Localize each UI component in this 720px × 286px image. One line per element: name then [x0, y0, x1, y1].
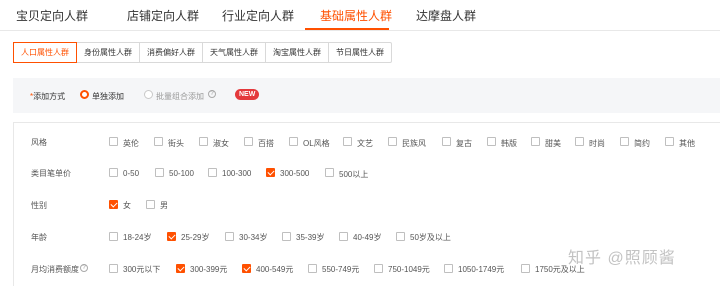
style-checkbox[interactable]: [289, 137, 298, 146]
price-option: 300-500: [280, 169, 310, 178]
tab-item-targeting[interactable]: 宝贝定向人群: [16, 7, 88, 24]
style-option: 复古: [456, 139, 472, 148]
style-label: 风格: [31, 138, 47, 147]
style-checkbox[interactable]: [388, 137, 397, 146]
style-checkbox[interactable]: [665, 137, 674, 146]
age-option: 18-24岁: [123, 233, 152, 242]
age-checkbox[interactable]: [109, 232, 118, 241]
style-option: 英伦: [123, 139, 139, 148]
tab-basic-attributes[interactable]: 基础属性人群: [320, 7, 392, 24]
price-label: 类目笔单价: [31, 169, 71, 178]
price-checkbox[interactable]: [208, 168, 217, 177]
style-option: 街头: [168, 139, 184, 148]
price-option: 100-300: [222, 169, 252, 178]
help-icon[interactable]: ?: [208, 90, 216, 98]
spend-help-icon[interactable]: ?: [80, 264, 88, 272]
age-checkbox[interactable]: [396, 232, 405, 241]
new-badge: NEW: [235, 89, 260, 100]
style-checkbox[interactable]: [531, 137, 540, 146]
style-checkbox[interactable]: [244, 137, 253, 146]
age-checkbox[interactable]: [282, 232, 291, 241]
tab-damopan[interactable]: 达摩盘人群: [416, 7, 476, 24]
subtab-weather[interactable]: 天气属性人群: [202, 43, 265, 62]
price-option: 50-100: [169, 169, 194, 178]
style-checkbox[interactable]: [442, 137, 451, 146]
style-option: 百搭: [258, 139, 274, 148]
spend-checkbox[interactable]: [444, 264, 453, 273]
gender-checkbox[interactable]: [146, 200, 155, 209]
spend-checkbox-checked[interactable]: [242, 264, 251, 273]
age-option: 25-29岁: [181, 233, 210, 242]
age-option: 30-34岁: [239, 233, 268, 242]
style-option: 淑女: [213, 139, 229, 148]
radio-batch-add[interactable]: [144, 90, 153, 99]
style-option: 民族风: [402, 139, 426, 148]
price-checkbox-checked[interactable]: [266, 168, 275, 177]
radio-single-add[interactable]: [80, 90, 89, 99]
price-option: 0-50: [123, 169, 140, 178]
subtab-identity[interactable]: 身份属性人群: [76, 43, 139, 62]
gender-option: 男: [160, 201, 168, 210]
age-option: 40-49岁: [353, 233, 382, 242]
radio-single-add-label[interactable]: 单独添加: [92, 91, 124, 102]
age-checkbox[interactable]: [339, 232, 348, 241]
style-checkbox[interactable]: [487, 137, 496, 146]
style-option: OL风格: [303, 139, 330, 148]
age-label: 年龄: [31, 233, 47, 242]
active-tab-indicator: [305, 28, 389, 30]
spend-checkbox-checked[interactable]: [176, 264, 185, 273]
spend-checkbox[interactable]: [308, 264, 317, 273]
style-option: 简约: [634, 139, 650, 148]
style-checkbox[interactable]: [620, 137, 629, 146]
tab-industry-targeting[interactable]: 行业定向人群: [222, 7, 294, 24]
add-method-label: *添加方式: [30, 92, 66, 101]
age-option: 35-39岁: [296, 233, 325, 242]
age-option: 50岁及以上: [410, 233, 451, 242]
spend-option: 750-1049元: [388, 265, 430, 274]
add-method-panel: *添加方式 单独添加 批量组合添加 ? NEW: [13, 78, 720, 113]
price-checkbox[interactable]: [325, 168, 334, 177]
age-checkbox-checked[interactable]: [167, 232, 176, 241]
radio-batch-add-label[interactable]: 批量组合添加: [156, 91, 204, 102]
subtab-taobao[interactable]: 淘宝属性人群: [265, 43, 328, 62]
price-checkbox[interactable]: [109, 168, 118, 177]
style-option: 其他: [679, 139, 695, 148]
subtab-consumption[interactable]: 消费偏好人群: [139, 43, 202, 62]
tab-shop-targeting[interactable]: 店铺定向人群: [127, 7, 199, 24]
style-checkbox[interactable]: [109, 137, 118, 146]
style-option: 文艺: [357, 139, 373, 148]
style-checkbox[interactable]: [154, 137, 163, 146]
spend-option: 300-399元: [190, 265, 228, 274]
price-checkbox[interactable]: [155, 168, 164, 177]
spend-checkbox[interactable]: [521, 264, 530, 273]
age-checkbox[interactable]: [225, 232, 234, 241]
style-checkbox[interactable]: [575, 137, 584, 146]
price-option: 500以上: [339, 170, 369, 179]
style-checkbox[interactable]: [343, 137, 352, 146]
spend-option: 400-549元: [256, 265, 294, 274]
sub-tab-bar: 人口属性人群 身份属性人群 消费偏好人群 天气属性人群 淘宝属性人群 节日属性人…: [13, 42, 392, 63]
style-option: 甜美: [545, 139, 561, 148]
spend-checkbox[interactable]: [374, 264, 383, 273]
spend-option: 1050-1749元: [458, 265, 505, 274]
spend-checkbox[interactable]: [109, 264, 118, 273]
style-option: 时尚: [589, 139, 605, 148]
style-option: 韩版: [501, 139, 517, 148]
gender-option: 女: [123, 201, 131, 210]
top-tab-bar: 宝贝定向人群 店铺定向人群 行业定向人群 基础属性人群 达摩盘人群: [0, 0, 720, 31]
watermark-text: 知乎 @照顾酱: [568, 250, 676, 267]
gender-checkbox-checked[interactable]: [109, 200, 118, 209]
subtab-demographic[interactable]: 人口属性人群: [13, 42, 77, 63]
spend-label: 月均消费额度: [31, 265, 79, 274]
subtab-holiday[interactable]: 节日属性人群: [328, 43, 391, 62]
spend-option: 550-749元: [322, 265, 360, 274]
spend-option: 300元以下: [123, 265, 161, 274]
style-checkbox[interactable]: [199, 137, 208, 146]
gender-label: 性别: [31, 201, 47, 210]
